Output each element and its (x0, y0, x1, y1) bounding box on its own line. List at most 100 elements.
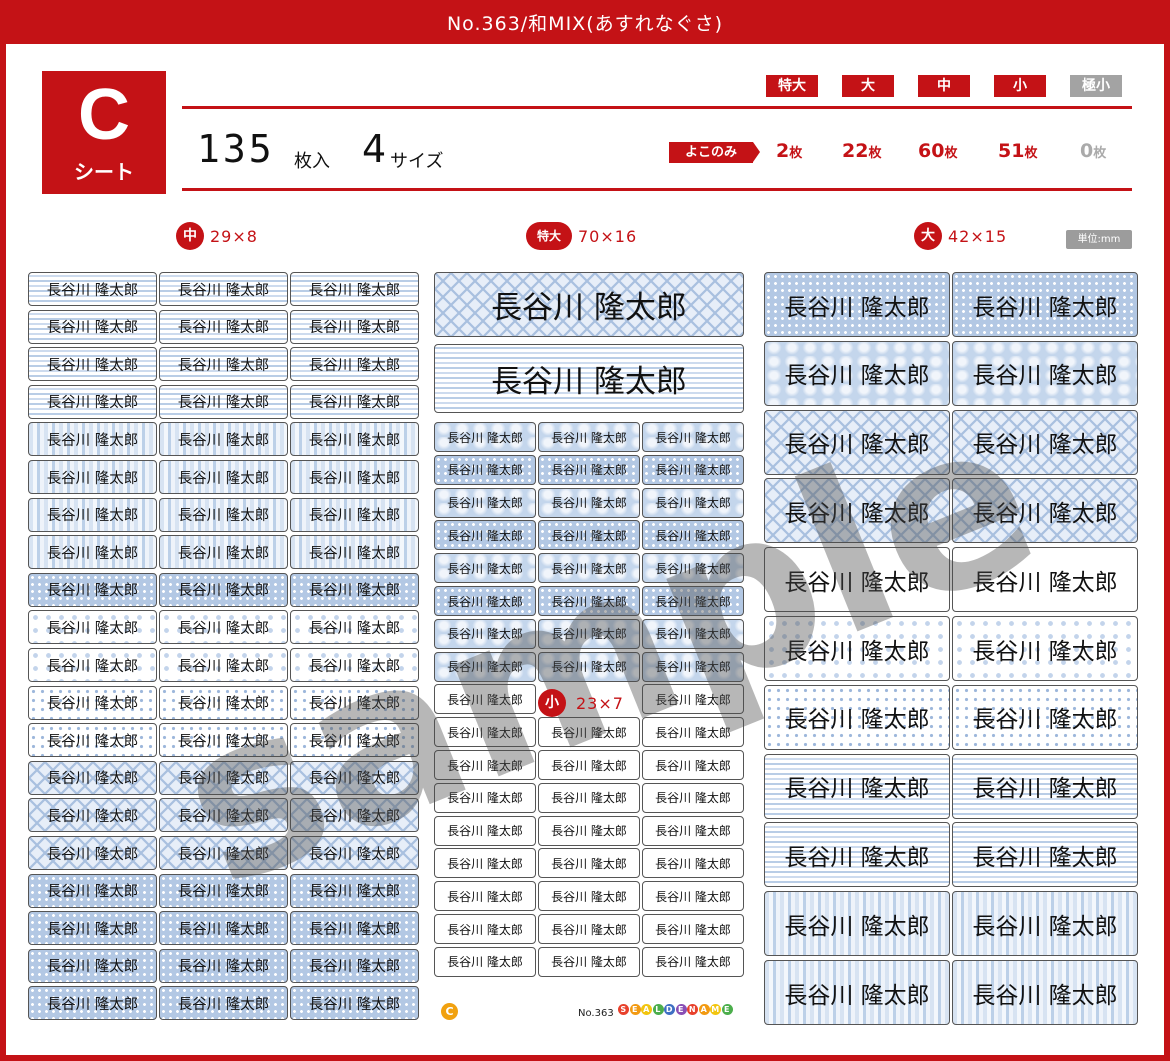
label-name-text: 長谷川 隆太郎 (46, 583, 139, 600)
label-name-text: 長谷川 隆太郎 (447, 791, 523, 806)
small-label: 長谷川 隆太郎 (434, 553, 536, 584)
label-name-text: 長谷川 隆太郎 (177, 282, 270, 299)
size-tag-small: 小 (994, 75, 1046, 97)
medium-label: 長谷川 隆太郎 (159, 798, 288, 833)
medium-label: 長谷川 隆太郎 (28, 836, 157, 870)
size-tag-medium: 中 (918, 75, 970, 97)
large-label: 長谷川 隆太郎 (952, 960, 1138, 1025)
label-name-text: 長谷川 隆太郎 (177, 808, 270, 825)
label-name-text: 長谷川 隆太郎 (46, 432, 139, 449)
label-name-text: 長谷川 隆太郎 (655, 856, 731, 871)
page-title: No.363/和MIX(あすれなぐさ) (446, 13, 724, 35)
section-label-xlarge: 特大 70×16 (526, 222, 637, 250)
label-name-text: 長谷川 隆太郎 (177, 696, 270, 713)
label-name-text: 長谷川 隆太郎 (784, 707, 930, 734)
label-name-text: 長谷川 隆太郎 (46, 320, 139, 337)
label-count-unit: 枚入 (294, 151, 330, 172)
label-name-text: 長谷川 隆太郎 (655, 922, 731, 937)
label-name-text: 長谷川 隆太郎 (655, 824, 731, 839)
label-name-text: 長谷川 隆太郎 (177, 658, 270, 675)
small-label: 長谷川 隆太郎 (538, 946, 640, 977)
size-count-unit: サイズ (390, 151, 444, 172)
small-label: 長谷川 隆太郎 (434, 586, 536, 616)
small-label: 長谷川 隆太郎 (642, 914, 744, 944)
medium-label: 長谷川 隆太郎 (28, 723, 157, 758)
label-name-text: 長谷川 隆太郎 (46, 508, 139, 525)
label-name-text: 長谷川 隆太郎 (655, 496, 731, 511)
label-name-text: 長谷川 隆太郎 (784, 432, 930, 459)
label-name-text: 長谷川 隆太郎 (655, 725, 731, 740)
large-label: 長谷川 隆太郎 (952, 616, 1138, 681)
size-dimensions: 42×15 (948, 226, 1008, 246)
label-name-text: 長谷川 隆太郎 (972, 776, 1118, 803)
medium-label: 長谷川 隆太郎 (159, 347, 288, 382)
label-name-text: 長谷川 隆太郎 (447, 430, 523, 445)
brand-logo-letter: E (721, 1004, 733, 1015)
medium-label: 長谷川 隆太郎 (159, 460, 288, 494)
label-name-text: 長谷川 隆太郎 (177, 395, 270, 412)
label-name-text: 長谷川 隆太郎 (308, 884, 401, 901)
small-label: 長谷川 隆太郎 (642, 717, 744, 748)
label-name-text: 長谷川 隆太郎 (447, 692, 523, 707)
label-name-text: 長谷川 隆太郎 (177, 583, 270, 600)
quantity-unit: 枚 (789, 146, 803, 161)
medium-label: 長谷川 隆太郎 (28, 610, 157, 645)
quantity-medium: 60枚 (918, 140, 957, 166)
large-label: 長谷川 隆太郎 (764, 753, 950, 819)
quantity-unit: 枚 (868, 146, 882, 161)
title-bar: No.363/和MIX(あすれなぐさ) (0, 0, 1170, 44)
small-label: 長谷川 隆太郎 (642, 684, 744, 715)
small-label: 長谷川 隆太郎 (642, 782, 744, 813)
small-label: 長谷川 隆太郎 (434, 782, 536, 813)
medium-label: 長谷川 隆太郎 (159, 648, 288, 682)
medium-label: 長谷川 隆太郎 (290, 309, 419, 344)
small-label: 長谷川 隆太郎 (642, 946, 744, 977)
label-name-text: 長谷川 隆太郎 (972, 294, 1118, 321)
label-name-text: 長谷川 隆太郎 (46, 884, 139, 901)
small-label: 長谷川 隆太郎 (642, 487, 744, 518)
label-name-text: 長谷川 隆太郎 (308, 733, 401, 750)
label-name-text: 長谷川 隆太郎 (46, 658, 139, 675)
large-label: 長谷川 隆太郎 (952, 822, 1138, 888)
medium-label: 長谷川 隆太郎 (290, 873, 419, 908)
small-label: 長谷川 隆太郎 (642, 881, 744, 912)
product-number: No.363 (578, 1008, 614, 1019)
large-label: 長谷川 隆太郎 (764, 478, 950, 544)
medium-label: 長谷川 隆太郎 (159, 309, 288, 344)
quantity-value: 60 (918, 140, 945, 162)
medium-label: 長谷川 隆太郎 (290, 422, 419, 457)
small-label: 長谷川 隆太郎 (434, 815, 536, 846)
label-name-text: 長谷川 隆太郎 (447, 824, 523, 839)
medium-label: 長谷川 隆太郎 (28, 798, 157, 833)
label-name-text: 長谷川 隆太郎 (972, 500, 1118, 527)
small-label: 長谷川 隆太郎 (642, 750, 744, 780)
medium-label: 長谷川 隆太郎 (159, 422, 288, 457)
large-label: 長谷川 隆太郎 (952, 891, 1138, 957)
medium-label: 長谷川 隆太郎 (290, 460, 419, 494)
quantity-value: 51 (998, 140, 1025, 162)
size-dot: 特大 (526, 222, 572, 250)
medium-label: 長谷川 隆太郎 (28, 572, 157, 607)
label-name-text: 長谷川 隆太郎 (655, 594, 731, 609)
large-label: 長谷川 隆太郎 (952, 478, 1138, 544)
medium-label: 長谷川 隆太郎 (290, 384, 419, 419)
label-name-text: 長谷川 隆太郎 (784, 982, 930, 1009)
label-name-text: 長谷川 隆太郎 (308, 959, 401, 976)
medium-label: 長谷川 隆太郎 (159, 535, 288, 570)
label-name-text: 長谷川 隆太郎 (551, 594, 627, 609)
label-name-text: 長谷川 隆太郎 (551, 430, 627, 445)
small-label: 長谷川 隆太郎 (538, 520, 640, 551)
brand-logo-letter: E (629, 1004, 641, 1015)
label-name-text: 長谷川 隆太郎 (784, 500, 930, 527)
medium-label: 長谷川 隆太郎 (28, 685, 157, 720)
large-label: 長谷川 隆太郎 (952, 409, 1138, 475)
brand-logo-letter: A (698, 1004, 710, 1015)
large-label: 長谷川 隆太郎 (764, 409, 950, 475)
medium-label: 長谷川 隆太郎 (28, 460, 157, 494)
small-label: 長谷川 隆太郎 (434, 454, 536, 485)
section-label-medium: 中 29×8 (176, 222, 258, 250)
medium-label: 長谷川 隆太郎 (159, 911, 288, 946)
medium-label: 長谷川 隆太郎 (28, 873, 157, 908)
medium-label: 長谷川 隆太郎 (28, 986, 157, 1021)
label-name-text: 長谷川 隆太郎 (972, 844, 1118, 871)
